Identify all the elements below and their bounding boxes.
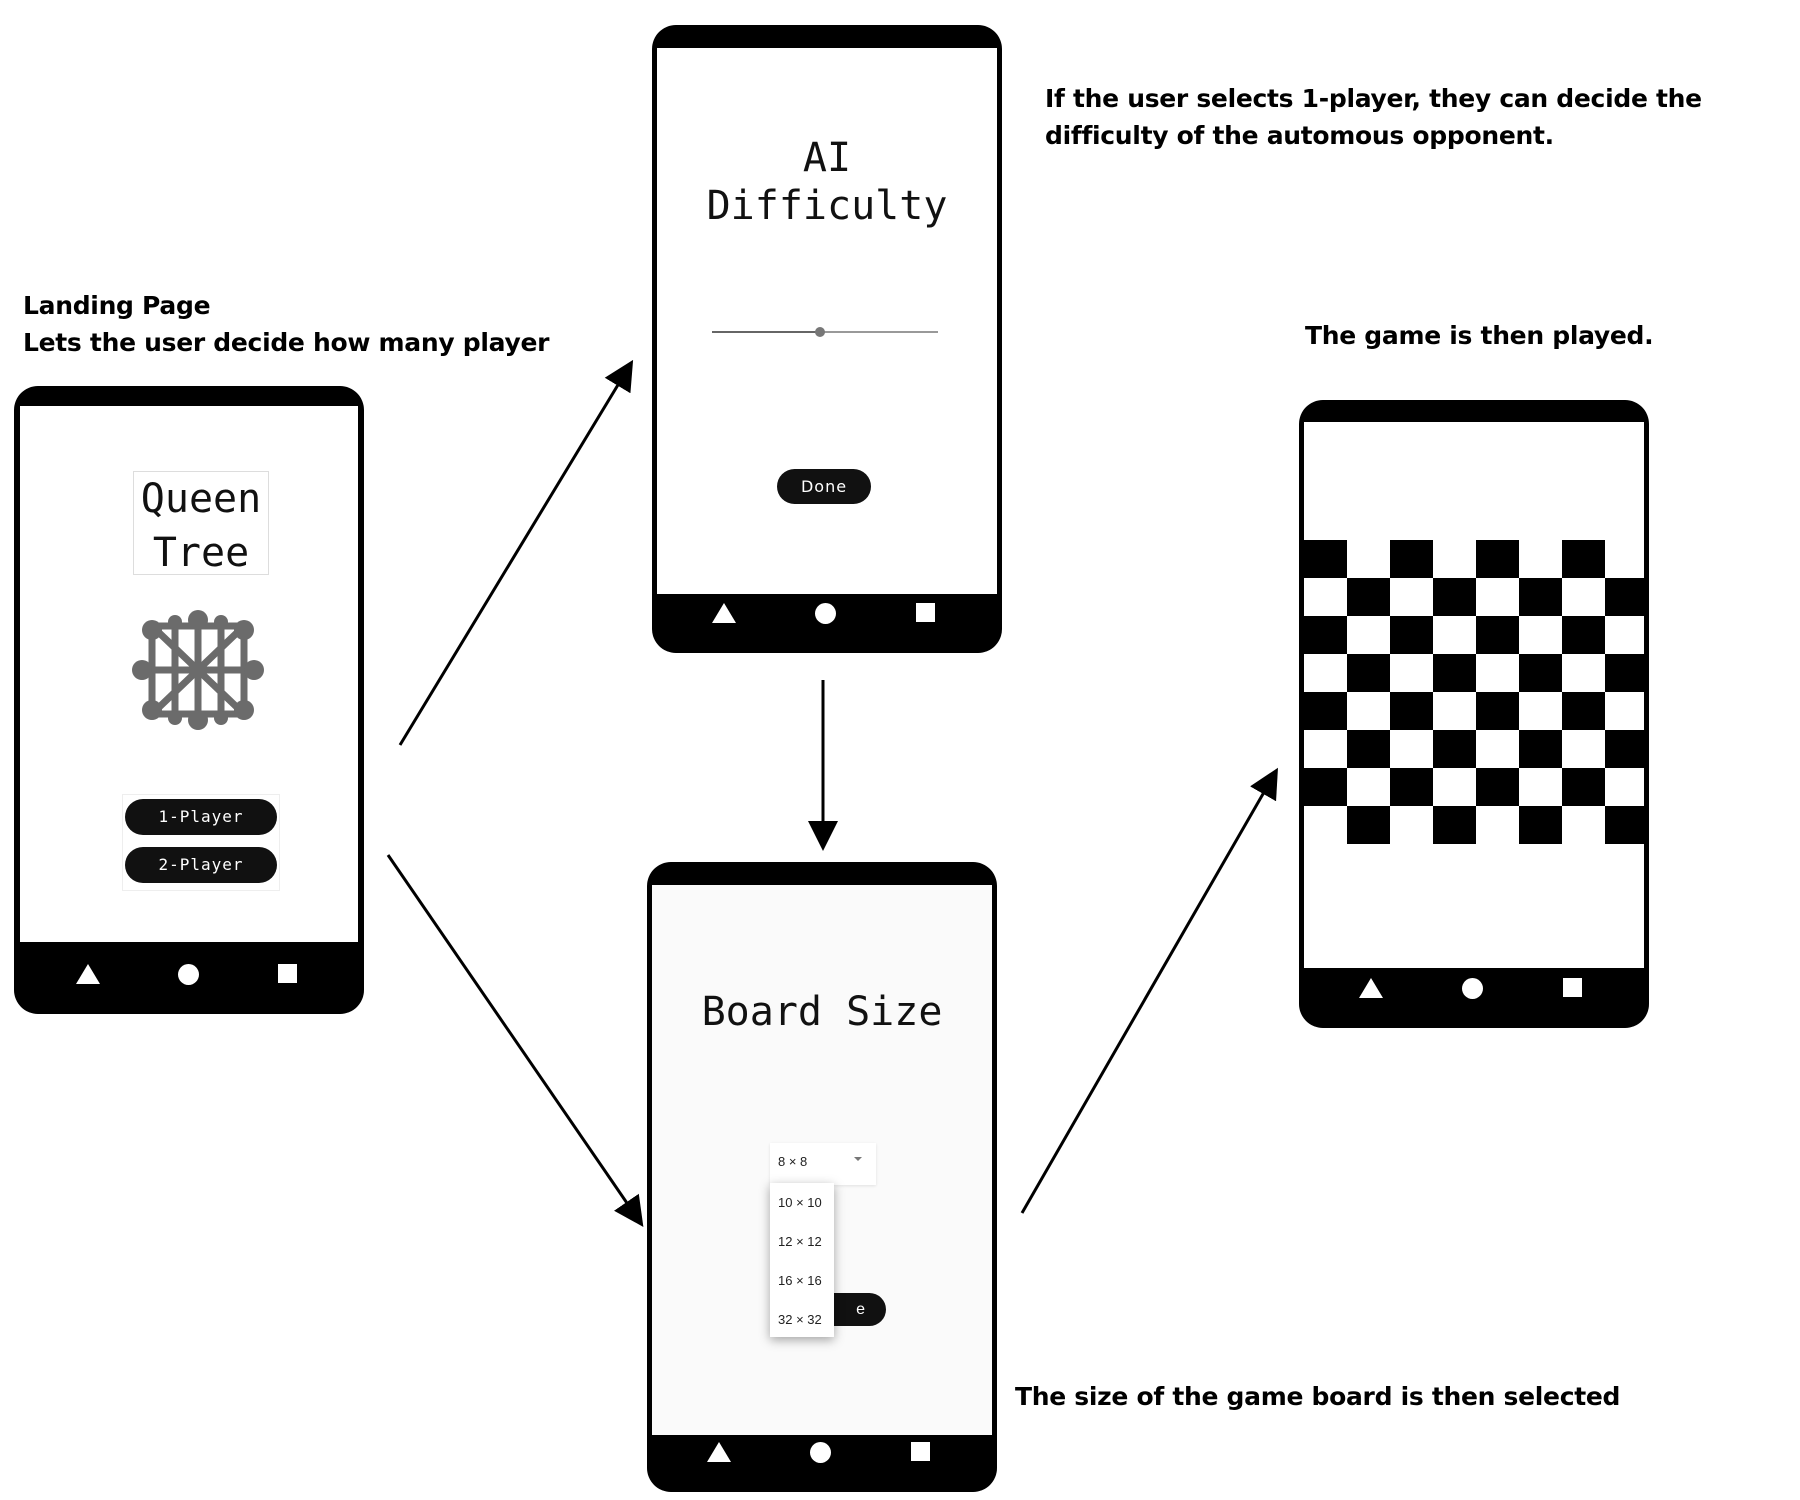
board-size-phone: Board Size e 8 × 8 10 × 10 12 × 12 16 × …: [647, 862, 997, 1492]
board-size-option[interactable]: 10 × 10: [770, 1183, 834, 1222]
board-size-option[interactable]: 32 × 32: [770, 1300, 834, 1339]
board-size-screen: Board Size e 8 × 8 10 × 10 12 × 12 16 × …: [652, 885, 992, 1435]
game-board[interactable]: [1304, 540, 1648, 844]
board-square[interactable]: [1433, 578, 1476, 616]
difficulty-screen: AI Difficulty Done: [657, 48, 997, 594]
difficulty-done-button[interactable]: Done: [777, 469, 871, 504]
home-circle-icon[interactable]: [810, 1442, 831, 1463]
board-square[interactable]: [1347, 578, 1390, 616]
board-square[interactable]: [1347, 806, 1390, 844]
board-square[interactable]: [1304, 540, 1347, 578]
arrow-landing-to-difficulty: [398, 359, 634, 746]
board-square[interactable]: [1519, 654, 1562, 692]
board-size-option[interactable]: 12 × 12: [770, 1222, 834, 1261]
board-square[interactable]: [1519, 806, 1562, 844]
arrow-board-size-to-game: [1020, 767, 1278, 1214]
difficulty-slider-thumb[interactable]: [815, 327, 826, 337]
home-circle-icon[interactable]: [815, 603, 836, 624]
board-square[interactable]: [1605, 578, 1648, 616]
board-size-dropdown: 10 × 10 12 × 12 16 × 16 32 × 32: [770, 1183, 834, 1337]
app-title: Queen Tree: [133, 471, 269, 576]
game-screen: [1304, 422, 1648, 968]
board-square[interactable]: [1562, 692, 1605, 730]
board-square[interactable]: [1476, 692, 1519, 730]
difficulty-slider-fill: [712, 331, 821, 333]
home-circle-icon[interactable]: [178, 964, 199, 985]
board-square[interactable]: [1390, 540, 1433, 578]
difficulty-phone: AI Difficulty Done: [652, 25, 1002, 653]
board-square[interactable]: [1433, 654, 1476, 692]
chevron-down-icon: [854, 1157, 862, 1161]
back-triangle-icon[interactable]: [1359, 978, 1383, 998]
board-square[interactable]: [1562, 616, 1605, 654]
recents-square-icon[interactable]: [916, 603, 935, 622]
back-triangle-icon[interactable]: [76, 964, 100, 984]
board-square[interactable]: [1519, 730, 1562, 768]
board-square[interactable]: [1390, 768, 1433, 806]
home-circle-icon[interactable]: [1462, 978, 1483, 999]
board-square[interactable]: [1304, 616, 1347, 654]
difficulty-title-line1: AI: [802, 135, 852, 181]
difficulty-navbar: [652, 597, 1002, 653]
two-player-button[interactable]: 2-Player: [125, 847, 277, 883]
landing-phone: Queen Tree 1-Player 2-Player: [14, 386, 364, 1014]
board-size-option[interactable]: 16 × 16: [770, 1261, 834, 1300]
game-phone: [1299, 400, 1649, 1028]
board-square[interactable]: [1304, 768, 1347, 806]
board-square[interactable]: [1519, 578, 1562, 616]
back-triangle-icon[interactable]: [707, 1442, 731, 1462]
arrow-landing-to-board-size: [386, 854, 644, 1227]
board-square[interactable]: [1605, 654, 1648, 692]
board-square[interactable]: [1433, 730, 1476, 768]
difficulty-title-line2: Difficulty: [706, 183, 948, 229]
recents-square-icon[interactable]: [278, 964, 297, 983]
board-square[interactable]: [1390, 692, 1433, 730]
board-size-navbar: [647, 1436, 997, 1492]
app-title-line2: Tree: [152, 530, 250, 576]
board-square[interactable]: [1562, 540, 1605, 578]
recents-square-icon[interactable]: [911, 1442, 930, 1461]
board-size-title: Board Size: [701, 989, 943, 1035]
board-square[interactable]: [1476, 540, 1519, 578]
board-square[interactable]: [1347, 730, 1390, 768]
difficulty-title: AI Difficulty: [657, 134, 997, 230]
board-square[interactable]: [1605, 730, 1648, 768]
board-square[interactable]: [1476, 616, 1519, 654]
landing-screen: Queen Tree 1-Player 2-Player: [20, 406, 358, 942]
board-square[interactable]: [1347, 654, 1390, 692]
board-square[interactable]: [1562, 768, 1605, 806]
back-triangle-icon[interactable]: [712, 603, 736, 623]
board-size-selected-value: 8 × 8: [778, 1154, 808, 1169]
one-player-button[interactable]: 1-Player: [125, 799, 277, 835]
board-square[interactable]: [1390, 616, 1433, 654]
app-title-line1: Queen: [140, 476, 262, 522]
board-square[interactable]: [1476, 768, 1519, 806]
recents-square-icon[interactable]: [1563, 978, 1582, 997]
landing-navbar: [14, 958, 364, 1014]
game-navbar: [1299, 972, 1649, 1028]
board-square[interactable]: [1605, 806, 1648, 844]
queen-tree-logo-icon: [132, 610, 264, 730]
board-size-select[interactable]: 8 × 8: [770, 1143, 876, 1185]
board-size-done-button-label: e: [856, 1301, 866, 1318]
board-square[interactable]: [1304, 692, 1347, 730]
board-square[interactable]: [1433, 806, 1476, 844]
